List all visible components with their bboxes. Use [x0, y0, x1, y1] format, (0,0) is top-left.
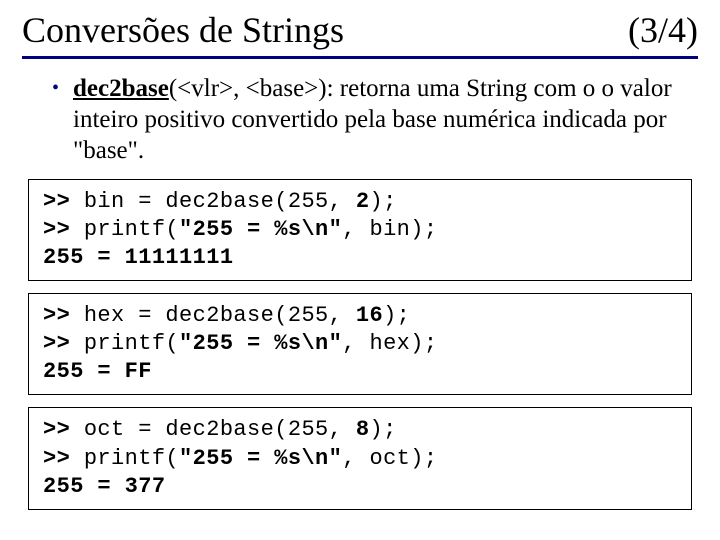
code-box-bin: >> bin = dec2base(255, 2); >> printf("25… — [28, 179, 692, 281]
code-text: , oct); — [342, 446, 437, 471]
code-arg-bold: 2 — [356, 189, 370, 214]
code-text: , hex); — [342, 331, 437, 356]
code-line: >> printf("255 = %s\n", oct); — [43, 445, 681, 473]
bullet-dot-icon: • — [52, 73, 59, 167]
code-string-bold: "255 = %s\n" — [179, 217, 342, 242]
prompt: >> — [43, 217, 84, 242]
code-box-hex: >> hex = dec2base(255, 16); >> printf("2… — [28, 293, 692, 395]
code-line: >> printf("255 = %s\n", bin); — [43, 216, 681, 244]
slide-page-indicator: (3/4) — [628, 12, 698, 50]
function-name: dec2base — [73, 75, 169, 102]
prompt: >> — [43, 446, 84, 471]
code-text: ); — [369, 417, 396, 442]
code-string-bold: "255 = %s\n" — [179, 331, 342, 356]
code-line: >> hex = dec2base(255, 16); — [43, 302, 681, 330]
code-output: 255 = 11111111 — [43, 244, 681, 272]
code-string-bold: "255 = %s\n" — [179, 446, 342, 471]
code-line: >> printf("255 = %s\n", hex); — [43, 330, 681, 358]
code-text: printf( — [84, 331, 179, 356]
code-output: 255 = 377 — [43, 473, 681, 501]
bullet-item: • dec2base(<vlr>, <base>): retorna uma S… — [52, 73, 688, 167]
prompt: >> — [43, 331, 84, 356]
bullet-area: • dec2base(<vlr>, <base>): retorna uma S… — [22, 73, 698, 167]
code-text: bin = dec2base(255, — [84, 189, 356, 214]
code-box-oct: >> oct = dec2base(255, 8); >> printf("25… — [28, 407, 692, 509]
code-text: ); — [383, 303, 410, 328]
title-row: Conversões de Strings (3/4) — [22, 12, 698, 59]
code-line: >> bin = dec2base(255, 2); — [43, 188, 681, 216]
prompt: >> — [43, 417, 84, 442]
code-arg-bold: 8 — [356, 417, 370, 442]
code-text: , bin); — [342, 217, 437, 242]
code-output: 255 = FF — [43, 358, 681, 386]
slide: Conversões de Strings (3/4) • dec2base(<… — [0, 0, 720, 540]
code-text: oct = dec2base(255, — [84, 417, 356, 442]
prompt: >> — [43, 189, 84, 214]
code-text: hex = dec2base(255, — [84, 303, 356, 328]
bullet-text: dec2base(<vlr>, <base>): retorna uma Str… — [73, 73, 688, 167]
code-text: printf( — [84, 217, 179, 242]
code-text: printf( — [84, 446, 179, 471]
code-line: >> oct = dec2base(255, 8); — [43, 416, 681, 444]
code-arg-bold: 16 — [356, 303, 383, 328]
slide-title: Conversões de Strings — [22, 12, 344, 50]
code-text: ); — [369, 189, 396, 214]
prompt: >> — [43, 303, 84, 328]
